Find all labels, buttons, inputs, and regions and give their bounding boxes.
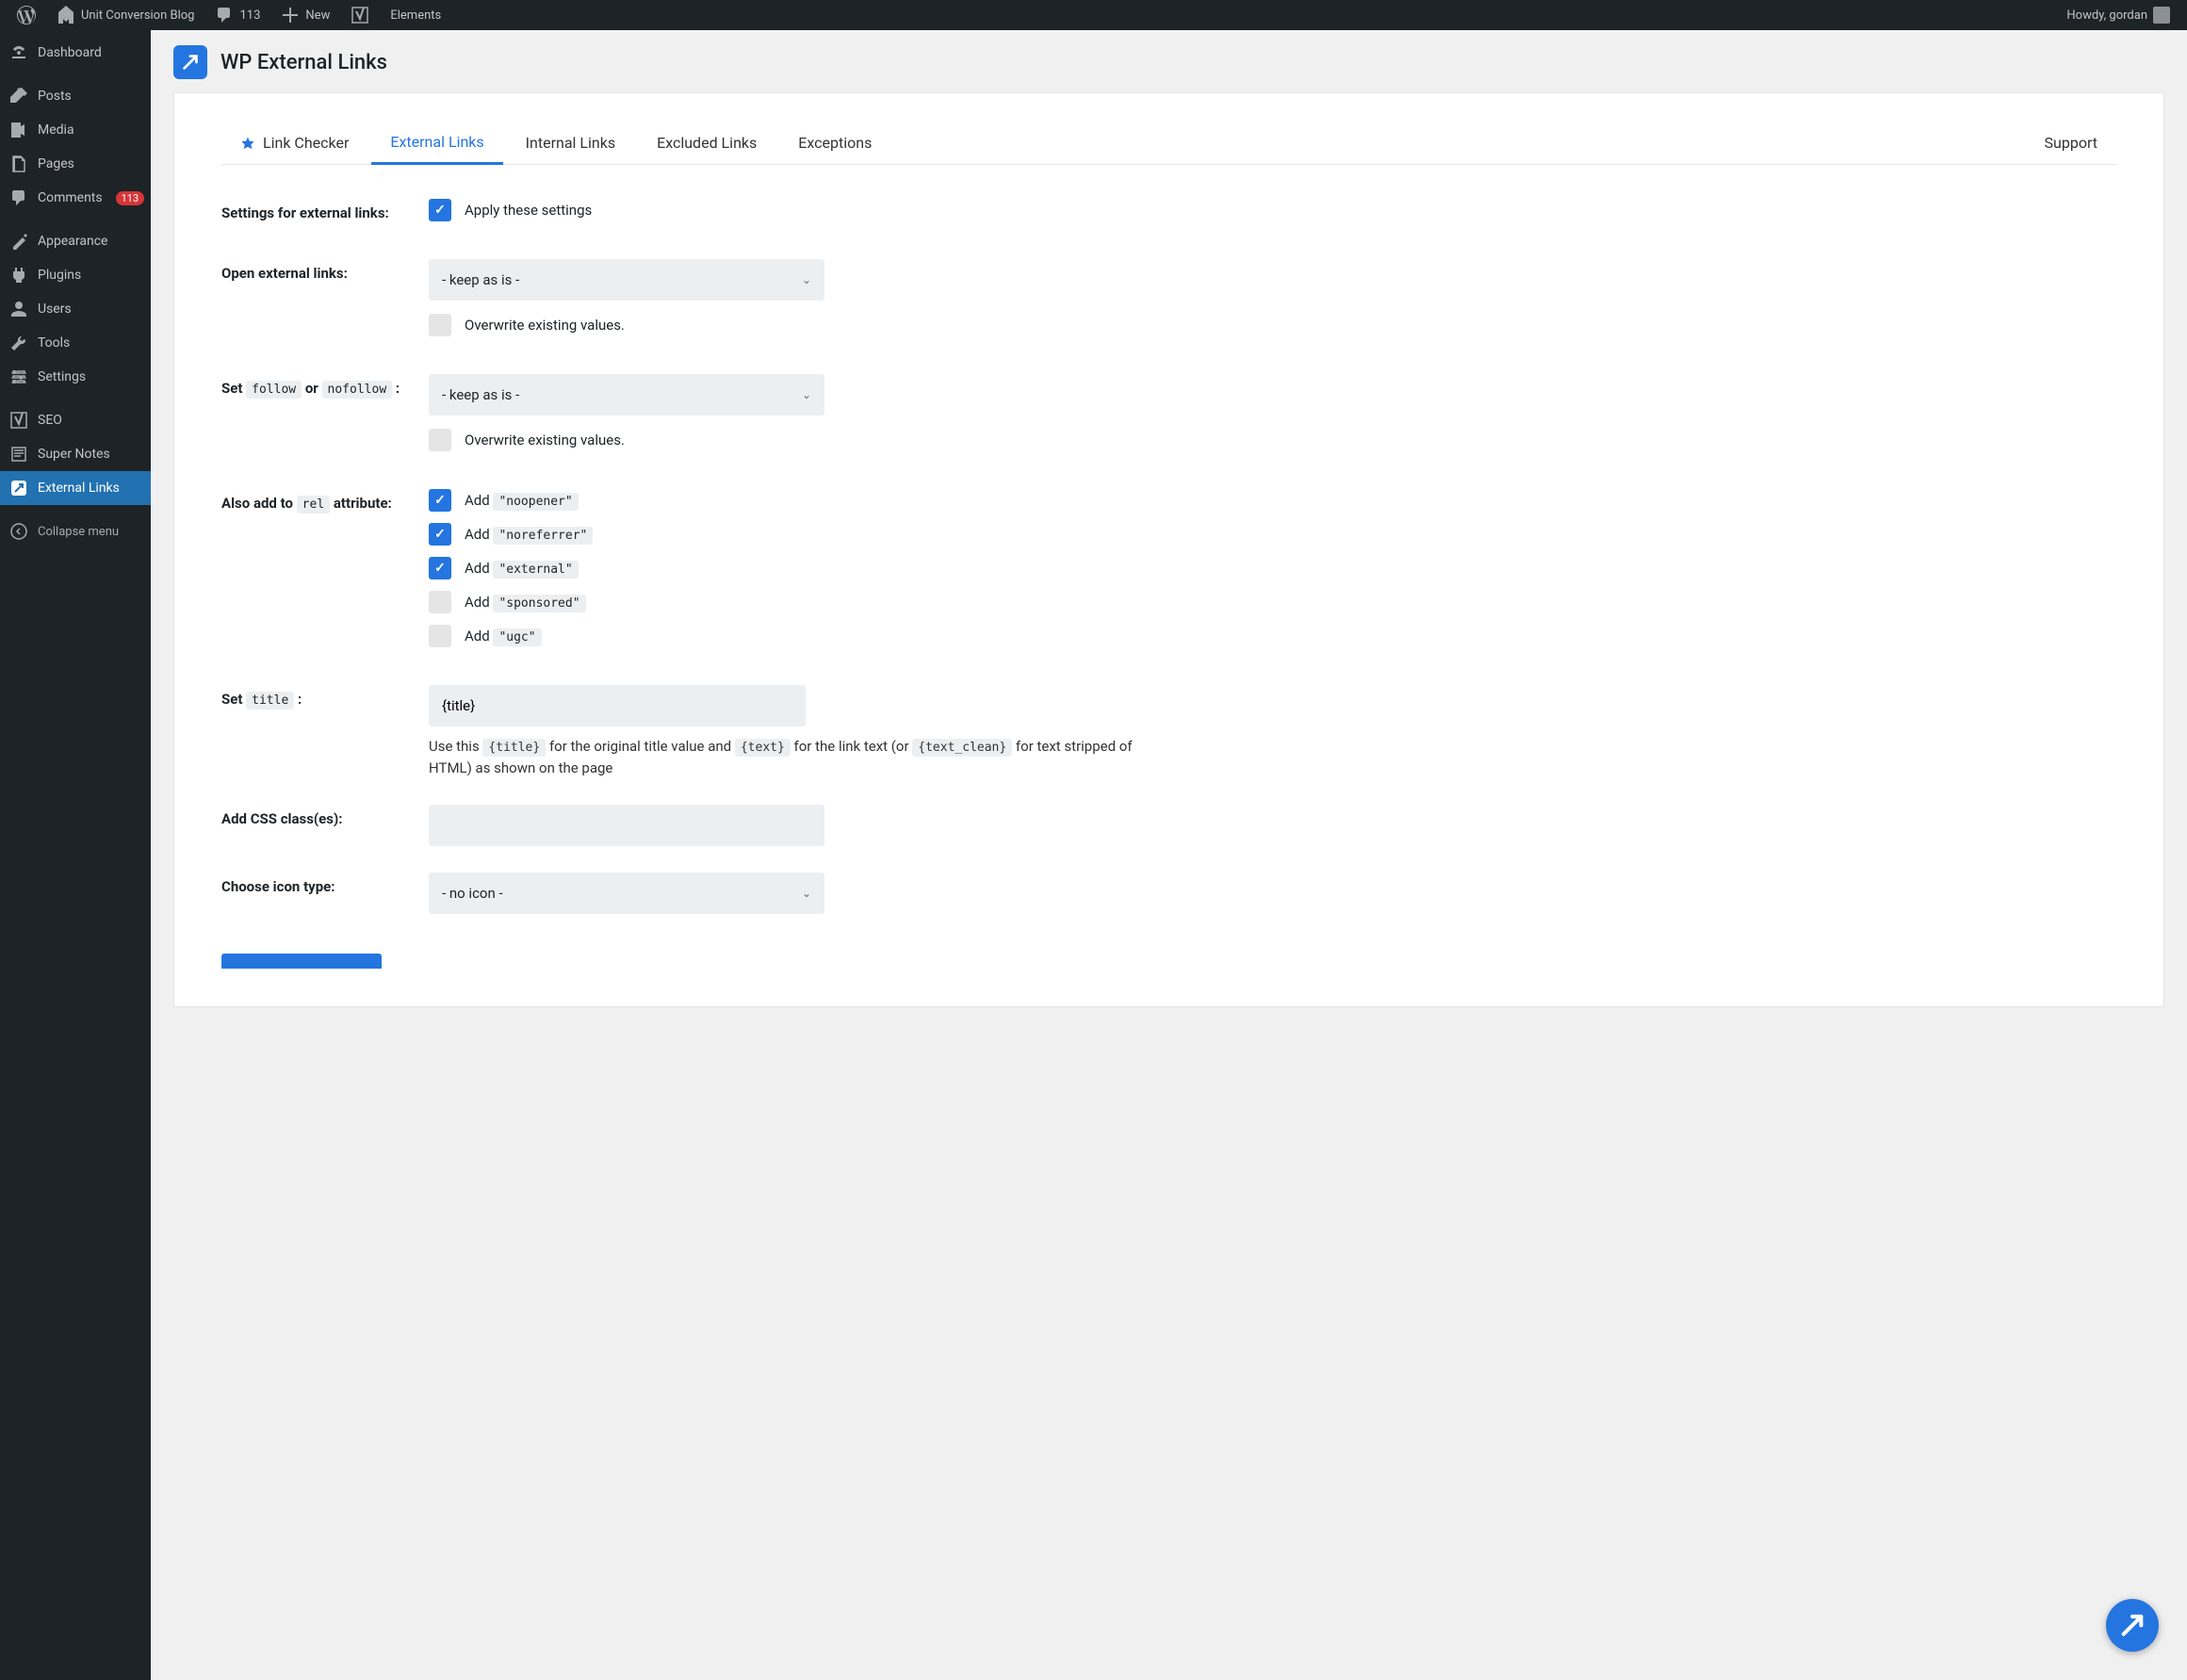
apply-settings-checkbox[interactable] (429, 199, 451, 221)
menu-posts[interactable]: Posts (0, 79, 151, 113)
site-name: Unit Conversion Blog (81, 8, 194, 23)
follow-label: Set follow or nofollow : (221, 374, 429, 463)
yoast-link[interactable] (343, 0, 377, 30)
menu-media[interactable]: Media (0, 113, 151, 147)
menu-super-notes[interactable]: Super Notes (0, 437, 151, 471)
open-overwrite-checkbox[interactable] (429, 314, 451, 336)
noopener-checkbox[interactable] (429, 489, 451, 512)
tab-excluded-links[interactable]: Excluded Links (638, 122, 775, 164)
css-label: Add CSS class(es): (221, 805, 429, 846)
chevron-down-icon: ⌄ (802, 388, 811, 401)
menu-users[interactable]: Users (0, 292, 151, 326)
comments-count: 113 (239, 8, 260, 23)
menu-seo[interactable]: SEO (0, 403, 151, 437)
tabs: Link Checker External Links Internal Lin… (221, 122, 2116, 165)
menu-tools[interactable]: Tools (0, 326, 151, 360)
wp-logo[interactable] (9, 0, 43, 30)
menu-comments[interactable]: Comments113 (0, 181, 151, 215)
css-input[interactable] (429, 805, 824, 846)
title-hint: Use this {title} for the original title … (429, 736, 1164, 778)
open-links-select[interactable]: - keep as is - ⌄ (429, 259, 824, 301)
chevron-down-icon: ⌄ (802, 887, 811, 900)
follow-overwrite-label: Overwrite existing values. (465, 432, 625, 449)
new-link[interactable]: New (273, 0, 337, 30)
menu-dashboard[interactable]: Dashboard (0, 36, 151, 70)
menu-settings[interactable]: Settings (0, 360, 151, 394)
content: WP External Links Link Checker External … (151, 30, 2187, 1680)
settings-label: Settings for external links: (221, 199, 429, 233)
admin-bar: Unit Conversion Blog 113 New Elements Ho… (0, 0, 2187, 30)
rel-label: Also add to rel attribute: (221, 489, 429, 659)
comments-link[interactable]: 113 (207, 0, 268, 30)
icon-select[interactable]: - no icon - ⌄ (429, 873, 824, 914)
tab-internal-links[interactable]: Internal Links (507, 122, 634, 164)
sponsored-checkbox[interactable] (429, 591, 451, 613)
menu-external-links[interactable]: External Links (0, 471, 151, 505)
follow-overwrite-checkbox[interactable] (429, 429, 451, 451)
plugin-logo (173, 45, 207, 79)
menu-appearance[interactable]: Appearance (0, 224, 151, 258)
avatar (2153, 7, 2170, 24)
follow-select[interactable]: - keep as is - ⌄ (429, 374, 824, 416)
chevron-down-icon: ⌄ (802, 273, 811, 286)
apply-settings-label: Apply these settings (465, 202, 592, 219)
comments-badge: 113 (116, 191, 145, 205)
fab-button[interactable] (2106, 1599, 2159, 1652)
ugc-checkbox[interactable] (429, 625, 451, 647)
tab-link-checker[interactable]: Link Checker (221, 122, 367, 164)
title-label: Set title : (221, 685, 429, 778)
noreferrer-checkbox[interactable] (429, 523, 451, 546)
admin-menu: Dashboard Posts Media Pages Comments113 … (0, 30, 151, 1680)
open-overwrite-label: Overwrite existing values. (465, 317, 625, 334)
howdy-link[interactable]: Howdy, gordan (2059, 0, 2178, 30)
tab-exceptions[interactable]: Exceptions (779, 122, 890, 164)
menu-pages[interactable]: Pages (0, 147, 151, 181)
submit-button[interactable] (221, 954, 382, 969)
title-input[interactable] (429, 685, 806, 726)
site-link[interactable]: Unit Conversion Blog (49, 0, 202, 30)
elements-link[interactable]: Elements (383, 0, 449, 30)
tab-support[interactable]: Support (2026, 122, 2116, 164)
menu-plugins[interactable]: Plugins (0, 258, 151, 292)
menu-collapse[interactable]: Collapse menu (0, 514, 151, 548)
page-title: WP External Links (220, 51, 387, 74)
icon-label: Choose icon type: (221, 873, 429, 927)
tab-external-links[interactable]: External Links (371, 122, 502, 165)
page-header: WP External Links (151, 30, 2187, 92)
settings-panel: Link Checker External Links Internal Lin… (173, 92, 2164, 1007)
external-checkbox[interactable] (429, 557, 451, 579)
open-links-label: Open external links: (221, 259, 429, 348)
new-label: New (305, 8, 330, 23)
